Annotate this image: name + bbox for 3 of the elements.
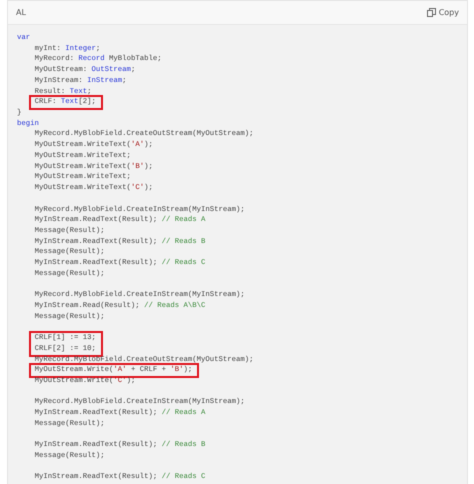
language-label: AL — [16, 8, 26, 17]
copy-button[interactable]: Copy — [424, 6, 461, 19]
copy-icon — [426, 8, 436, 17]
